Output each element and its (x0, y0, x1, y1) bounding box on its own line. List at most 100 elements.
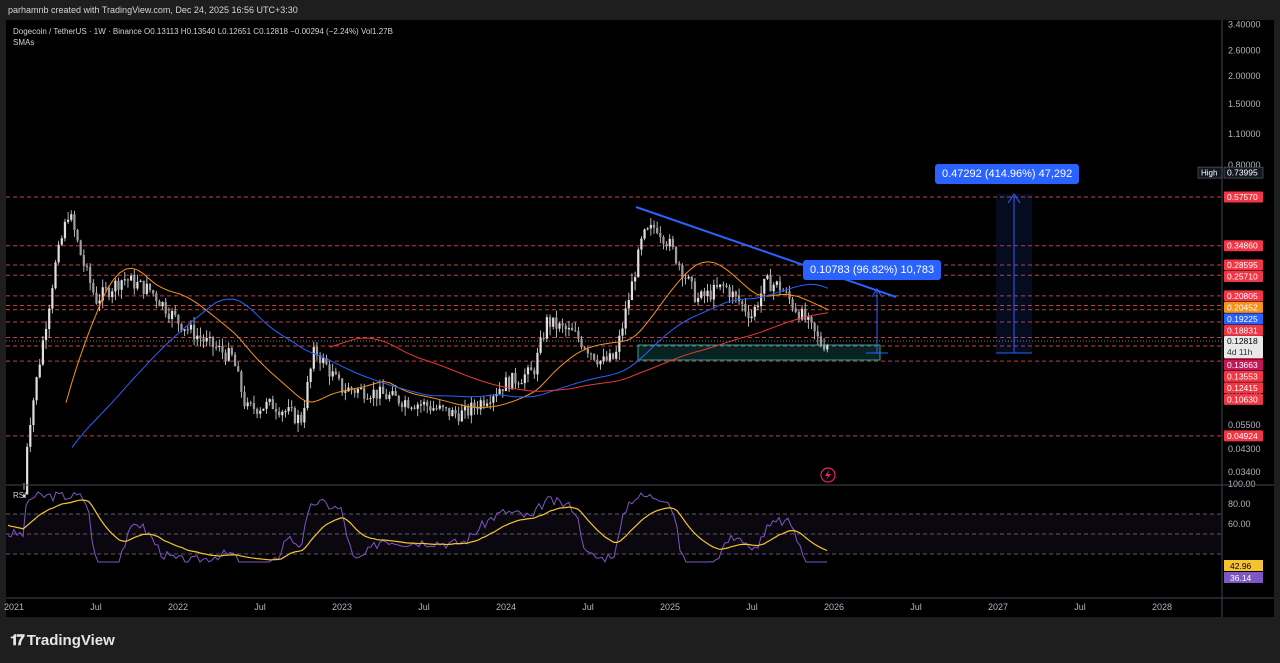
candle-body (114, 280, 117, 292)
candle-body (303, 408, 306, 423)
candle-body (426, 401, 429, 407)
tradingview-logo[interactable]: 𝟏𝟕 TradingView (10, 632, 115, 649)
candle-body (158, 301, 161, 307)
candle-body (589, 353, 593, 355)
candle-body (268, 399, 271, 402)
level-tag-value: 0.28595 (1227, 260, 1258, 270)
candle-body (85, 266, 89, 268)
candle-body (196, 335, 199, 340)
candle-body (561, 323, 564, 326)
candle-body (564, 325, 567, 330)
candle-body (712, 285, 715, 300)
candle-body (388, 394, 391, 399)
price-tick: 0.05500 (1228, 420, 1261, 430)
footer-bar (0, 617, 1280, 663)
candle-body (413, 407, 416, 409)
countdown: 4d 11h (1227, 347, 1253, 357)
candle-body (545, 317, 548, 339)
candle-body (687, 276, 690, 279)
candle-body (555, 317, 558, 329)
candle-body (659, 233, 662, 237)
candle-body (737, 295, 741, 302)
candle-body (70, 214, 73, 220)
candle-body (586, 349, 589, 354)
level-tag-value: 0.25710 (1227, 271, 1258, 281)
rsi-tick: 100.00 (1228, 479, 1256, 489)
candle-body (501, 389, 504, 392)
candle-body (693, 281, 697, 302)
time-tick: 2025 (660, 602, 680, 612)
price-chart[interactable]: 100.00 80.00 60.00 42.96 36.14 3.40000 2.6000… (0, 0, 1280, 663)
candle-body (337, 374, 341, 379)
candle-body (312, 346, 315, 369)
candle-body (133, 275, 136, 289)
candle-body (662, 236, 665, 244)
candle-body (482, 400, 485, 406)
candle-body (429, 406, 432, 411)
symbol-header: Dogecoin / TetherUS · 1W · Binance O0.13… (13, 27, 393, 36)
candle-body (794, 308, 797, 312)
candle-body (778, 281, 782, 291)
candle-body (432, 408, 435, 411)
candle-body (262, 408, 265, 411)
measure-big-tag[interactable]: 0.47292 (414.96%) 47,292 (935, 164, 1080, 184)
candle-body (95, 292, 98, 304)
candle-body (640, 238, 643, 250)
candle-body (57, 244, 60, 263)
candle-body (139, 280, 142, 282)
time-tick: 2022 (168, 602, 188, 612)
candle-body (164, 302, 167, 314)
candle-body (533, 370, 536, 375)
candle-body (700, 291, 703, 299)
candle-body (652, 224, 656, 228)
candle-body (243, 391, 246, 407)
candle-body (111, 291, 114, 298)
candle-body (76, 229, 79, 241)
measure-small-tag[interactable]: 0.10783 (96.82%) 10,783 (803, 260, 942, 280)
candle-body (744, 303, 747, 312)
candle-body (804, 308, 807, 320)
candle-body (747, 311, 750, 319)
candle-body (460, 410, 463, 422)
candle-body (397, 395, 400, 404)
candle-body (256, 408, 259, 414)
candle-body (596, 359, 599, 365)
candle-body (35, 377, 38, 401)
candle-body (637, 249, 640, 278)
candle-body (665, 243, 668, 247)
candle-body (671, 238, 674, 248)
candle-body (123, 279, 126, 281)
candle-body (281, 411, 284, 416)
candle-body (813, 322, 816, 332)
candle-body (731, 291, 734, 298)
price-tick: 0.03400 (1228, 467, 1261, 477)
sma-blue-line (71, 283, 829, 448)
candle-body (224, 352, 227, 361)
candle-body (772, 284, 775, 292)
candle-body (438, 405, 441, 409)
candle-body (715, 285, 719, 288)
candle-body (611, 353, 615, 359)
candle-body (221, 345, 224, 353)
candle-body (293, 408, 296, 424)
time-tick: Jul (582, 602, 594, 612)
candle-body (539, 338, 542, 353)
time-tick: 2023 (332, 602, 352, 612)
level-tag-value: 0.10630 (1227, 394, 1258, 404)
candle-body (375, 389, 378, 399)
candle-body (719, 284, 722, 288)
candle-body (741, 301, 744, 304)
candle-body (530, 367, 533, 371)
time-tick: Jul (90, 602, 102, 612)
candle-body (259, 410, 262, 414)
rsi-pane-label[interactable]: RSI (13, 491, 26, 500)
candle-body (230, 348, 233, 355)
candle-body (246, 402, 249, 407)
time-tick: 2028 (1152, 602, 1172, 612)
candle-body (766, 275, 769, 279)
rsi-ma-value: 42.96 (1230, 561, 1252, 571)
candle-body (363, 387, 366, 399)
indicator-label[interactable]: SMAs (13, 38, 34, 47)
candle-body (548, 317, 552, 327)
candle-body (183, 329, 186, 331)
